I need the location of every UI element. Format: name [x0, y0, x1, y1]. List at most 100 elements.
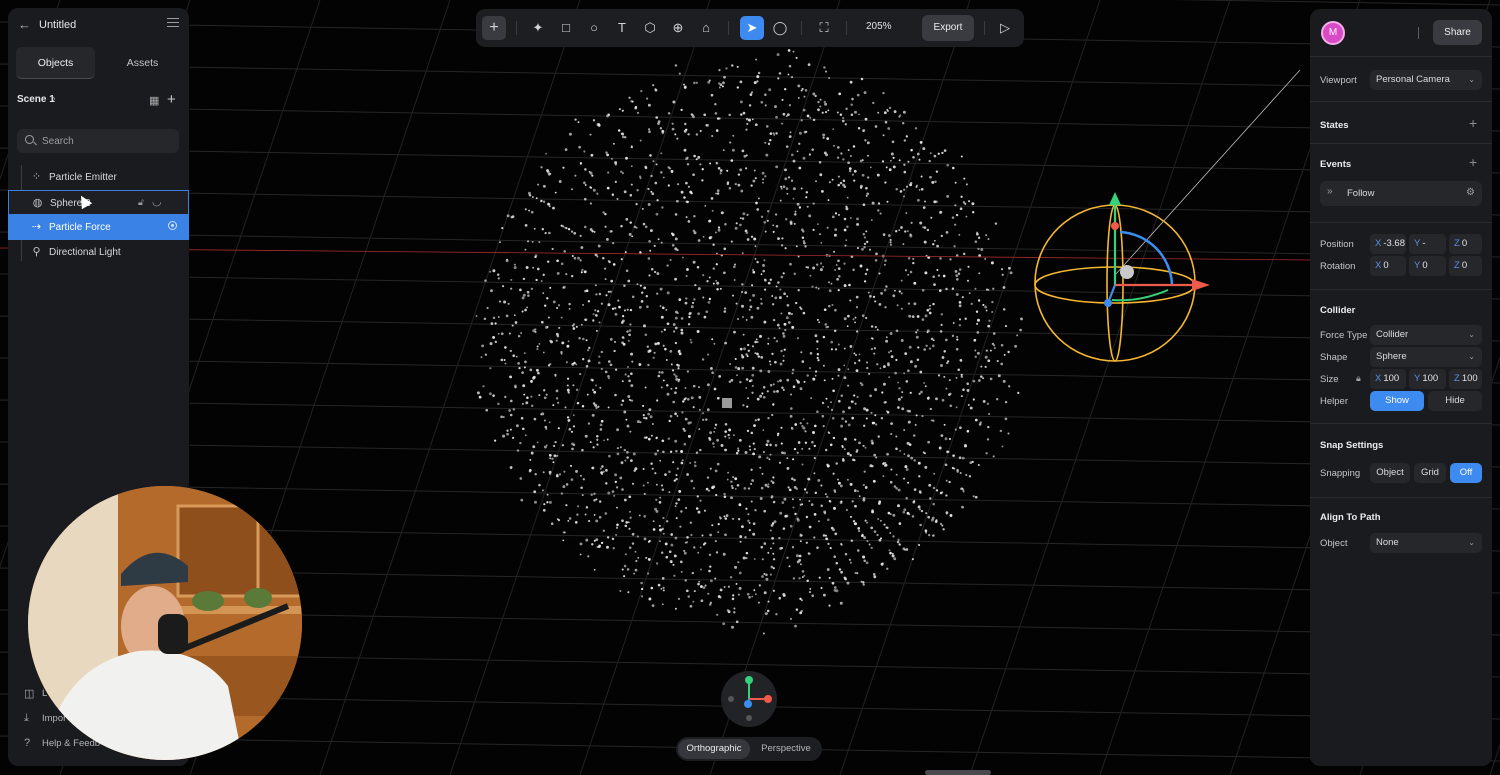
- axis-z-letter: Z: [1454, 373, 1460, 384]
- rotation-x-input[interactable]: X0: [1370, 256, 1406, 276]
- add-plus-icon[interactable]: +: [482, 16, 506, 40]
- snapping-label: Snapping: [1320, 468, 1361, 479]
- perspective-button[interactable]: Perspective: [752, 739, 820, 759]
- properties-panel: M Share Viewport Personal Camera ⌄ State…: [1310, 9, 1492, 766]
- scene-label[interactable]: Scene 1: [17, 94, 55, 105]
- divider: [1310, 497, 1492, 498]
- align-to-path-heading: Align To Path: [1320, 512, 1381, 523]
- rotation-label: Rotation: [1320, 261, 1356, 272]
- pointer-icon[interactable]: ➤: [740, 16, 764, 40]
- axis-z-letter: Z: [1454, 238, 1460, 249]
- object-label: Particle Force: [49, 222, 111, 233]
- rotation-z-input[interactable]: Z0: [1449, 256, 1482, 276]
- divider: [1310, 56, 1492, 57]
- size-z-input[interactable]: Z 100: [1449, 369, 1482, 389]
- events-heading: Events: [1320, 159, 1352, 170]
- viewport-select[interactable]: Personal Camera ⌄: [1370, 70, 1482, 90]
- orientation-gizmo[interactable]: [721, 671, 777, 727]
- chevron-down-icon: ⌄: [1468, 330, 1475, 339]
- snap-object-button[interactable]: Object: [1370, 463, 1410, 483]
- tab-assets[interactable]: Assets: [103, 47, 182, 79]
- size-y-value: 100: [1422, 373, 1439, 384]
- grid-icon[interactable]: ▦: [149, 94, 159, 107]
- chevron-down-icon: ⌄: [1468, 75, 1475, 84]
- position-label: Position: [1320, 239, 1354, 250]
- axis-z-letter: Z: [1454, 260, 1460, 271]
- export-button[interactable]: Export: [922, 15, 974, 41]
- frame-icon[interactable]: ⛶: [812, 16, 836, 40]
- helper-hide-button[interactable]: Hide: [1428, 391, 1482, 411]
- axis-y-letter: Y: [1414, 238, 1421, 249]
- back-arrow-icon[interactable]: ←: [18, 17, 31, 32]
- orthographic-button[interactable]: Orthographic: [678, 739, 750, 759]
- position-y-input[interactable]: Y-17.47: [1409, 234, 1446, 269]
- size-x-input[interactable]: X 100: [1370, 369, 1406, 389]
- avatar[interactable]: M: [1321, 21, 1345, 45]
- axis-x-letter: X: [1375, 260, 1382, 271]
- viewport-value: Personal Camera: [1376, 74, 1450, 85]
- viewport-label: Viewport: [1320, 75, 1357, 86]
- cube-icon[interactable]: ⬡: [638, 16, 662, 40]
- bottom-scroll-handle[interactable]: [925, 770, 991, 775]
- tag-icon[interactable]: ⌂: [694, 16, 718, 40]
- snap-grid-button[interactable]: Grid: [1414, 463, 1446, 483]
- rotation-z-value: 0: [1461, 260, 1468, 271]
- globe-icon[interactable]: ⊕: [666, 16, 690, 40]
- lock-icon[interactable]: 🔓︎: [138, 197, 144, 208]
- force-type-select[interactable]: Collider ⌄: [1370, 325, 1482, 345]
- x-arrow-head: [1192, 279, 1210, 291]
- path-object-select[interactable]: None ⌄: [1370, 533, 1482, 553]
- chevron-down-icon: ⌄: [1468, 538, 1475, 547]
- target-icon[interactable]: [168, 221, 177, 230]
- position-x-input[interactable]: X -3.68: [1370, 234, 1406, 254]
- path-object-value: None: [1376, 537, 1399, 548]
- add-event-plus-icon[interactable]: +: [1469, 154, 1477, 170]
- event-item-follow[interactable]: » Follow ⚙: [1320, 181, 1482, 206]
- share-button[interactable]: Share: [1433, 20, 1482, 45]
- helper-line: [1114, 69, 1301, 276]
- chevron-right-icon[interactable]: ›: [52, 93, 56, 105]
- settings-icon[interactable]: ⚙: [1466, 187, 1475, 198]
- size-z-value: 100: [1461, 373, 1478, 384]
- object-label: Directional Light: [49, 247, 121, 258]
- helper-show-button[interactable]: Show: [1370, 391, 1424, 411]
- add-object-plus-icon[interactable]: +: [167, 91, 176, 108]
- add-state-plus-icon[interactable]: +: [1469, 115, 1477, 131]
- axis-x-letter: X: [1375, 238, 1382, 249]
- toolbar-divider: [846, 21, 847, 35]
- file-title[interactable]: Untitled: [39, 19, 76, 31]
- position-z-input[interactable]: Z0: [1449, 234, 1482, 254]
- helper-label: Helper: [1320, 396, 1348, 407]
- search-input[interactable]: Search: [17, 129, 179, 153]
- shape-select[interactable]: Sphere ⌄: [1370, 347, 1482, 367]
- force-icon: ⇢: [31, 221, 42, 233]
- list-item-particle-emitter[interactable]: ⁘ Particle Emitter: [8, 165, 189, 190]
- list-item-sphere-2[interactable]: ◍ Sphere 2 🔓︎ ◡: [8, 190, 189, 215]
- scene-selector[interactable]: Scene 1 › ▦ +: [17, 91, 182, 112]
- list-item-particle-force[interactable]: ⇢ Particle Force: [8, 215, 189, 240]
- gizmo-neg-x: [728, 696, 734, 702]
- lock-icon[interactable]: 🔒︎: [1356, 373, 1361, 384]
- tab-objects[interactable]: Objects: [16, 47, 95, 79]
- size-y-input[interactable]: Y 100: [1409, 369, 1446, 389]
- zoom-level[interactable]: 205%: [866, 21, 892, 32]
- snap-settings-heading: Snap Settings: [1320, 440, 1384, 451]
- double-chevron-icon: »: [1327, 186, 1333, 197]
- play-icon[interactable]: ▷: [993, 16, 1017, 40]
- projection-toggle: Orthographic Perspective: [676, 737, 822, 761]
- magic-icon[interactable]: ✦: [526, 16, 550, 40]
- gizmo-z-axis: [744, 700, 752, 708]
- rectangle-icon[interactable]: □: [554, 16, 578, 40]
- menu-icon[interactable]: [167, 18, 179, 28]
- list-item-directional-light[interactable]: ⚲ Directional Light: [8, 240, 189, 265]
- search-placeholder: Search: [42, 136, 74, 147]
- eye-hidden-icon[interactable]: ◡: [152, 195, 162, 208]
- ellipse-icon[interactable]: ○: [582, 16, 606, 40]
- text-icon[interactable]: T: [610, 16, 634, 40]
- toolbar-divider: [801, 21, 802, 35]
- search-icon: [25, 135, 34, 144]
- snap-off-button[interactable]: Off: [1450, 463, 1482, 483]
- comment-icon[interactable]: ◯: [768, 16, 792, 40]
- rotation-y-input[interactable]: Y0: [1409, 256, 1446, 276]
- states-heading: States: [1320, 120, 1349, 131]
